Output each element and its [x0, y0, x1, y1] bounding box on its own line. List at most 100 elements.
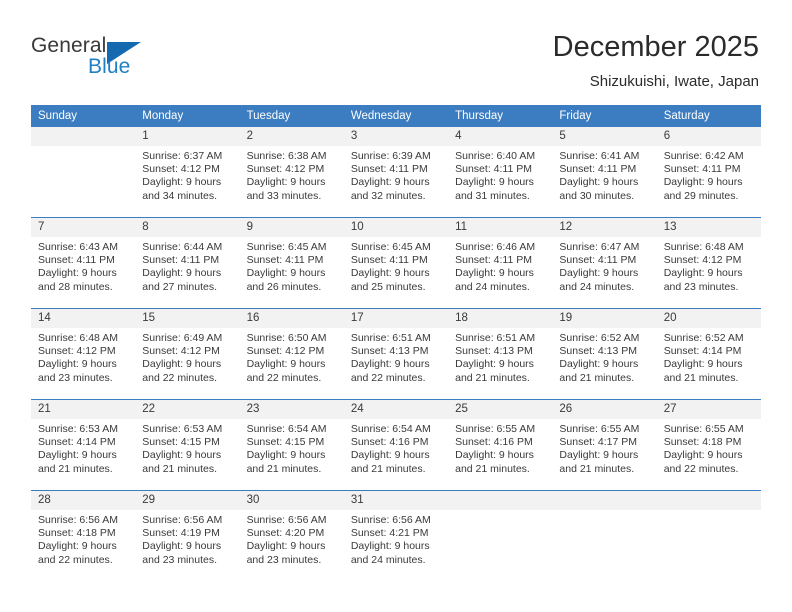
daylight-text-line2: and 21 minutes.	[455, 462, 530, 475]
sunrise-text: Sunrise: 6:48 AM	[663, 241, 744, 253]
calendar-day-cell[interactable]: 6 Sunrise: 6:42 AM Sunset: 4:11 PM Daylight…	[656, 127, 761, 218]
sunset-text: Sunset: 4:16 PM	[350, 436, 429, 449]
daylight-text-line1: Daylight: 9 hours	[350, 449, 430, 462]
day-number: 6	[656, 127, 761, 146]
calendar-day-cell[interactable]: 16 Sunrise: 6:50 AM Sunset: 4:12 PM Dayligh…	[239, 308, 344, 400]
sunset-text: Sunset: 4:12 PM	[663, 254, 742, 267]
sunset-text: Sunset: 4:11 PM	[455, 254, 532, 267]
daylight-text-line1: Daylight: 9 hours	[246, 540, 326, 553]
sunrise-text: Sunrise: 6:53 AM	[38, 423, 118, 435]
day-number: 8	[135, 218, 240, 237]
calendar-day-cell[interactable]: 28 Sunrise: 6:56 AM Sunset: 4:18 PM Dayligh…	[31, 490, 136, 581]
sunset-text: Sunset: 4:15 PM	[246, 436, 325, 449]
sunset-text: Sunset: 4:11 PM	[350, 254, 428, 267]
calendar-day-cell[interactable]: 30 Sunrise: 6:56 AM Sunset: 4:20 PM Dayligh…	[239, 490, 344, 581]
daylight-text-line1: Daylight: 9 hours	[350, 540, 430, 553]
weekday-header-monday: Monday	[135, 105, 240, 127]
sunrise-text: Sunrise: 6:56 AM	[38, 514, 118, 526]
daylight-text-line1: Daylight: 9 hours	[455, 176, 534, 189]
day-number: 11	[448, 218, 553, 237]
sunrise-text: Sunrise: 6:54 AM	[350, 423, 431, 435]
daylight-text-line2: and 25 minutes.	[350, 280, 426, 293]
daylight-text-line1: Daylight: 9 hours	[663, 358, 743, 371]
day-number: 10	[343, 218, 449, 237]
sunset-text: Sunset: 4:14 PM	[663, 345, 742, 358]
day-info: Sunrise: 6:45 AM Sunset: 4:11 PM Daylight:…	[344, 237, 448, 294]
calendar-day-cell[interactable]: 24 Sunrise: 6:54 AM Sunset: 4:16 PM Dayligh…	[343, 399, 449, 491]
calendar-day-cell[interactable]: 17 Sunrise: 6:51 AM Sunset: 4:13 PM Dayligh…	[343, 308, 449, 400]
sunset-text: Sunset: 4:17 PM	[559, 436, 638, 449]
sunset-text: Sunset: 4:12 PM	[246, 345, 325, 358]
day-info: Sunrise: 6:38 AM Sunset: 4:12 PM Daylight:…	[240, 146, 344, 203]
calendar-day-cell[interactable]: 5 Sunrise: 6:41 AM Sunset: 4:11 PM Daylight…	[552, 127, 657, 218]
general-blue-logo[interactable]: General Blue	[31, 34, 161, 84]
calendar-day-cell[interactable]: 2 Sunrise: 6:38 AM Sunset: 4:12 PM Daylight…	[239, 127, 344, 218]
day-number: 14	[31, 309, 136, 328]
weekday-header-sunday: Sunday	[31, 105, 136, 127]
calendar-day-cell[interactable]: 3 Sunrise: 6:39 AM Sunset: 4:11 PM Daylight…	[343, 127, 449, 218]
sunset-text: Sunset: 4:11 PM	[38, 254, 115, 267]
calendar-day-cell[interactable]: 15 Sunrise: 6:49 AM Sunset: 4:12 PM Dayligh…	[135, 308, 240, 400]
day-info: Sunrise: 6:52 AM Sunset: 4:14 PM Daylight:…	[657, 328, 761, 385]
daylight-text-line1: Daylight: 9 hours	[455, 449, 534, 462]
daylight-text-line2: and 22 minutes.	[350, 371, 426, 384]
calendar-day-cell[interactable]: 23 Sunrise: 6:54 AM Sunset: 4:15 PM Dayligh…	[239, 399, 344, 491]
daylight-text-line2: and 31 minutes.	[455, 189, 530, 202]
calendar-day-cell[interactable]: 26 Sunrise: 6:55 AM Sunset: 4:17 PM Dayligh…	[552, 399, 657, 491]
calendar-day-cell[interactable]: 31 Sunrise: 6:56 AM Sunset: 4:21 PM Dayligh…	[343, 490, 449, 581]
calendar-day-cell[interactable]: 20 Sunrise: 6:52 AM Sunset: 4:14 PM Dayligh…	[656, 308, 761, 400]
calendar-day-cell[interactable]: 13 Sunrise: 6:48 AM Sunset: 4:12 PM Dayligh…	[656, 217, 761, 309]
day-number: 5	[552, 127, 657, 146]
sunrise-text: Sunrise: 6:44 AM	[142, 241, 223, 253]
daylight-text-line1: Daylight: 9 hours	[455, 358, 534, 371]
calendar-cell-empty	[31, 127, 136, 218]
calendar-day-cell[interactable]: 11 Sunrise: 6:46 AM Sunset: 4:11 PM Dayligh…	[448, 217, 553, 309]
sunrise-text: Sunrise: 6:41 AM	[559, 150, 640, 162]
sunrise-text: Sunrise: 6:55 AM	[559, 423, 640, 435]
sunset-text: Sunset: 4:13 PM	[559, 345, 638, 358]
sunrise-text: Sunrise: 6:56 AM	[350, 514, 431, 526]
daylight-text-line1: Daylight: 9 hours	[350, 267, 430, 280]
calendar-day-cell[interactable]: 1 Sunrise: 6:37 AM Sunset: 4:12 PM Daylight…	[135, 127, 240, 218]
sunrise-text: Sunrise: 6:46 AM	[455, 241, 536, 253]
day-info: Sunrise: 6:39 AM Sunset: 4:11 PM Daylight:…	[344, 146, 448, 203]
sunset-text: Sunset: 4:11 PM	[350, 163, 428, 176]
sunset-text: Sunset: 4:11 PM	[559, 254, 637, 267]
calendar-body: 1 Sunrise: 6:37 AM Sunset: 4:12 PM Daylight…	[31, 127, 761, 581]
calendar-day-cell[interactable]: 9 Sunrise: 6:45 AM Sunset: 4:11 PM Daylight…	[239, 217, 344, 309]
day-info: Sunrise: 6:43 AM Sunset: 4:11 PM Daylight:…	[31, 237, 135, 294]
calendar-day-cell[interactable]: 29 Sunrise: 6:56 AM Sunset: 4:19 PM Dayligh…	[135, 490, 240, 581]
daylight-text-line1: Daylight: 9 hours	[350, 176, 430, 189]
calendar-cell-empty	[552, 490, 657, 581]
calendar-day-cell[interactable]: 25 Sunrise: 6:55 AM Sunset: 4:16 PM Dayligh…	[448, 399, 553, 491]
day-info: Sunrise: 6:55 AM Sunset: 4:16 PM Daylight:…	[448, 419, 552, 476]
daylight-text-line2: and 21 minutes.	[350, 462, 426, 475]
calendar-day-cell[interactable]: 14 Sunrise: 6:48 AM Sunset: 4:12 PM Dayligh…	[31, 308, 136, 400]
day-info: Sunrise: 6:47 AM Sunset: 4:11 PM Daylight:…	[552, 237, 656, 294]
calendar-day-cell[interactable]: 27 Sunrise: 6:55 AM Sunset: 4:18 PM Dayligh…	[656, 399, 761, 491]
calendar-day-cell[interactable]: 22 Sunrise: 6:53 AM Sunset: 4:15 PM Dayligh…	[135, 399, 240, 491]
day-number: 27	[656, 400, 761, 419]
daylight-text-line1: Daylight: 9 hours	[38, 540, 117, 553]
sunset-text: Sunset: 4:14 PM	[38, 436, 116, 449]
calendar-day-cell[interactable]: 8 Sunrise: 6:44 AM Sunset: 4:11 PM Daylight…	[135, 217, 240, 309]
sunrise-text: Sunrise: 6:43 AM	[38, 241, 118, 253]
day-info: Sunrise: 6:40 AM Sunset: 4:11 PM Daylight:…	[448, 146, 552, 203]
day-info: Sunrise: 6:55 AM Sunset: 4:17 PM Daylight:…	[552, 419, 656, 476]
calendar-day-cell[interactable]: 4 Sunrise: 6:40 AM Sunset: 4:11 PM Daylight…	[448, 127, 553, 218]
calendar-day-cell[interactable]: 10 Sunrise: 6:45 AM Sunset: 4:11 PM Dayligh…	[343, 217, 449, 309]
daylight-text-line2: and 28 minutes.	[38, 280, 113, 293]
daylight-text-line1: Daylight: 9 hours	[559, 267, 639, 280]
page-header: General Blue December 2025 Shizukuishi, …	[0, 0, 792, 100]
calendar-day-cell[interactable]: 7 Sunrise: 6:43 AM Sunset: 4:11 PM Daylight…	[31, 217, 136, 309]
weekday-header-saturday: Saturday	[656, 105, 761, 127]
day-number: 9	[239, 218, 344, 237]
calendar-day-cell[interactable]: 19 Sunrise: 6:52 AM Sunset: 4:13 PM Dayligh…	[552, 308, 657, 400]
calendar-day-cell[interactable]: 18 Sunrise: 6:51 AM Sunset: 4:13 PM Dayligh…	[448, 308, 553, 400]
day-number: 2	[239, 127, 344, 146]
sunset-text: Sunset: 4:12 PM	[142, 345, 220, 358]
calendar-day-cell[interactable]: 12 Sunrise: 6:47 AM Sunset: 4:11 PM Dayligh…	[552, 217, 657, 309]
calendar-page: General Blue December 2025 Shizukuishi, …	[0, 0, 792, 612]
calendar-grid: Sunday Monday Tuesday Wednesday Thursday…	[31, 105, 761, 581]
calendar-day-cell[interactable]: 21 Sunrise: 6:53 AM Sunset: 4:14 PM Dayligh…	[31, 399, 136, 491]
